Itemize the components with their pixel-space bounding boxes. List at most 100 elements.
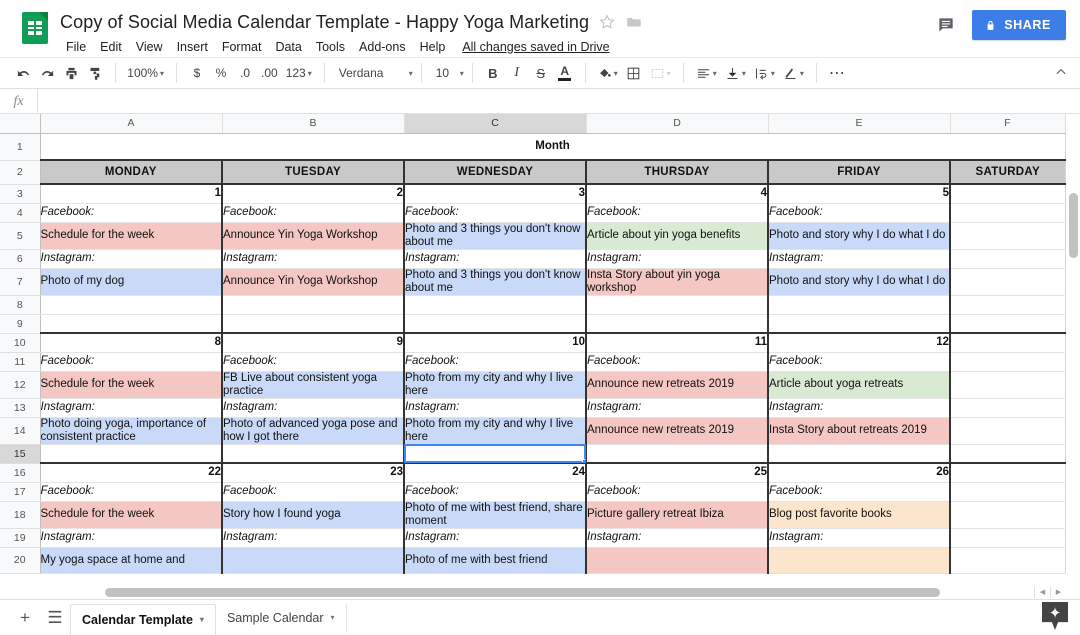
cell-E2[interactable]: FRIDAY [768, 160, 950, 184]
cell-A6[interactable]: Instagram: [40, 249, 222, 268]
cell-A8[interactable] [40, 295, 222, 314]
cell-B17[interactable]: Facebook: [222, 482, 404, 501]
cell-F10[interactable] [950, 333, 1065, 352]
cell-E11[interactable]: Facebook: [768, 352, 950, 371]
cell-A12[interactable]: Schedule for the week [40, 371, 222, 398]
formula-input[interactable] [38, 89, 1080, 113]
cell-E9[interactable] [768, 314, 950, 333]
row-header-4[interactable]: 4 [0, 203, 40, 222]
column-header-c[interactable]: C [404, 114, 586, 133]
cell-B2[interactable]: TUESDAY [222, 160, 404, 184]
row-header-1[interactable]: 1 [0, 133, 40, 160]
vertical-align-icon[interactable]: ▾ [721, 61, 750, 85]
horizontal-align-icon[interactable]: ▾ [692, 61, 721, 85]
cell-E5[interactable]: Photo and story why I do what I do [768, 222, 950, 249]
cell-C7[interactable]: Photo and 3 things you don't know about … [404, 268, 586, 295]
chevron-down-icon[interactable]: ▾ [331, 613, 335, 622]
cell-F12[interactable] [950, 371, 1065, 398]
cell-A4[interactable]: Facebook: [40, 203, 222, 222]
cell-A16[interactable]: 22 [40, 463, 222, 482]
merge-cells-icon[interactable]: ▾ [646, 61, 675, 85]
cell-C10[interactable]: 10 [404, 333, 586, 352]
all-sheets-icon[interactable]: ☰ [40, 603, 70, 633]
menu-help[interactable]: Help [413, 38, 453, 56]
cell-E10[interactable]: 12 [768, 333, 950, 352]
cell-F19[interactable] [950, 528, 1065, 547]
cell-C4[interactable]: Facebook: [404, 203, 586, 222]
column-header-b[interactable]: B [222, 114, 404, 133]
row-header-19[interactable]: 19 [0, 528, 40, 547]
column-header-f[interactable]: F [950, 114, 1065, 133]
menu-view[interactable]: View [129, 38, 170, 56]
decrease-decimal-button[interactable]: .0 [233, 61, 257, 85]
cell-C6[interactable]: Instagram: [404, 249, 586, 268]
row-header-15[interactable]: 15 [0, 444, 40, 463]
undo-icon[interactable] [11, 61, 35, 85]
more-formats-button[interactable]: 123 ▾ [282, 61, 316, 85]
cell-B11[interactable]: Facebook: [222, 352, 404, 371]
percent-format-button[interactable]: % [209, 61, 233, 85]
cell-D5[interactable]: Article about yin yoga benefits [586, 222, 768, 249]
cell-C16[interactable]: 24 [404, 463, 586, 482]
move-to-folder-icon[interactable] [625, 13, 643, 31]
cell-E15[interactable] [768, 444, 950, 463]
cell-F7[interactable] [950, 268, 1065, 295]
cell-E13[interactable]: Instagram: [768, 398, 950, 417]
row-header-12[interactable]: 12 [0, 371, 40, 398]
chevron-down-icon[interactable]: ▾ [460, 69, 464, 78]
cell-F16[interactable] [950, 463, 1065, 482]
row-header-8[interactable]: 8 [0, 295, 40, 314]
menu-edit[interactable]: Edit [93, 38, 129, 56]
cell-C11[interactable]: Facebook: [404, 352, 586, 371]
cell-B10[interactable]: 9 [222, 333, 404, 352]
font-family-selector[interactable]: Verdana [333, 61, 407, 85]
menu-data[interactable]: Data [268, 38, 308, 56]
cell-B13[interactable]: Instagram: [222, 398, 404, 417]
cell-A15[interactable] [40, 444, 222, 463]
paint-format-icon[interactable] [83, 61, 107, 85]
menu-file[interactable]: File [59, 38, 93, 56]
cell-C9[interactable] [404, 314, 586, 333]
print-icon[interactable] [59, 61, 83, 85]
bold-button[interactable]: B [481, 61, 505, 85]
redo-icon[interactable] [35, 61, 59, 85]
cell-A5[interactable]: Schedule for the week [40, 222, 222, 249]
cell-D3[interactable]: 4 [586, 184, 768, 203]
cell-B5[interactable]: Announce Yin Yoga Workshop [222, 222, 404, 249]
row-header-11[interactable]: 11 [0, 352, 40, 371]
spreadsheet-grid[interactable]: A B C D E F 1Month2MONDAYTUESDAYWEDNESDA… [0, 114, 1080, 599]
cell-F17[interactable] [950, 482, 1065, 501]
row-header-2[interactable]: 2 [0, 160, 40, 184]
borders-icon[interactable] [622, 61, 646, 85]
cell-C8[interactable] [404, 295, 586, 314]
cell-B15[interactable] [222, 444, 404, 463]
cell-D13[interactable]: Instagram: [586, 398, 768, 417]
cell-C3[interactable]: 3 [404, 184, 586, 203]
cell-F6[interactable] [950, 249, 1065, 268]
row-header-16[interactable]: 16 [0, 463, 40, 482]
cell-E7[interactable]: Photo and story why I do what I do [768, 268, 950, 295]
row-header-5[interactable]: 5 [0, 222, 40, 249]
cell-A13[interactable]: Instagram: [40, 398, 222, 417]
currency-format-button[interactable]: $ [185, 61, 209, 85]
cell-B9[interactable] [222, 314, 404, 333]
cell-D6[interactable]: Instagram: [586, 249, 768, 268]
increase-decimal-button[interactable]: .00 [257, 61, 282, 85]
explore-button[interactable]: ✦ [1042, 602, 1068, 630]
cell-A9[interactable] [40, 314, 222, 333]
cell-B7[interactable]: Announce Yin Yoga Workshop [222, 268, 404, 295]
cell-A18[interactable]: Schedule for the week [40, 501, 222, 528]
cell-D2[interactable]: THURSDAY [586, 160, 768, 184]
cell-B19[interactable]: Instagram: [222, 528, 404, 547]
cell-D19[interactable]: Instagram: [586, 528, 768, 547]
chevron-down-icon[interactable]: ▾ [200, 615, 204, 624]
save-status[interactable]: All changes saved in Drive [462, 40, 609, 54]
vertical-scrollbar[interactable] [1067, 133, 1080, 586]
cell-E14[interactable]: Insta Story about retreats 2019 [768, 417, 950, 444]
collapse-toolbar-icon[interactable] [1054, 65, 1068, 82]
cell-F18[interactable] [950, 501, 1065, 528]
cell-C15[interactable] [404, 444, 586, 463]
cell-C5[interactable]: Photo and 3 things you don't know about … [404, 222, 586, 249]
cell-E20[interactable] [768, 547, 950, 573]
cell-D10[interactable]: 11 [586, 333, 768, 352]
